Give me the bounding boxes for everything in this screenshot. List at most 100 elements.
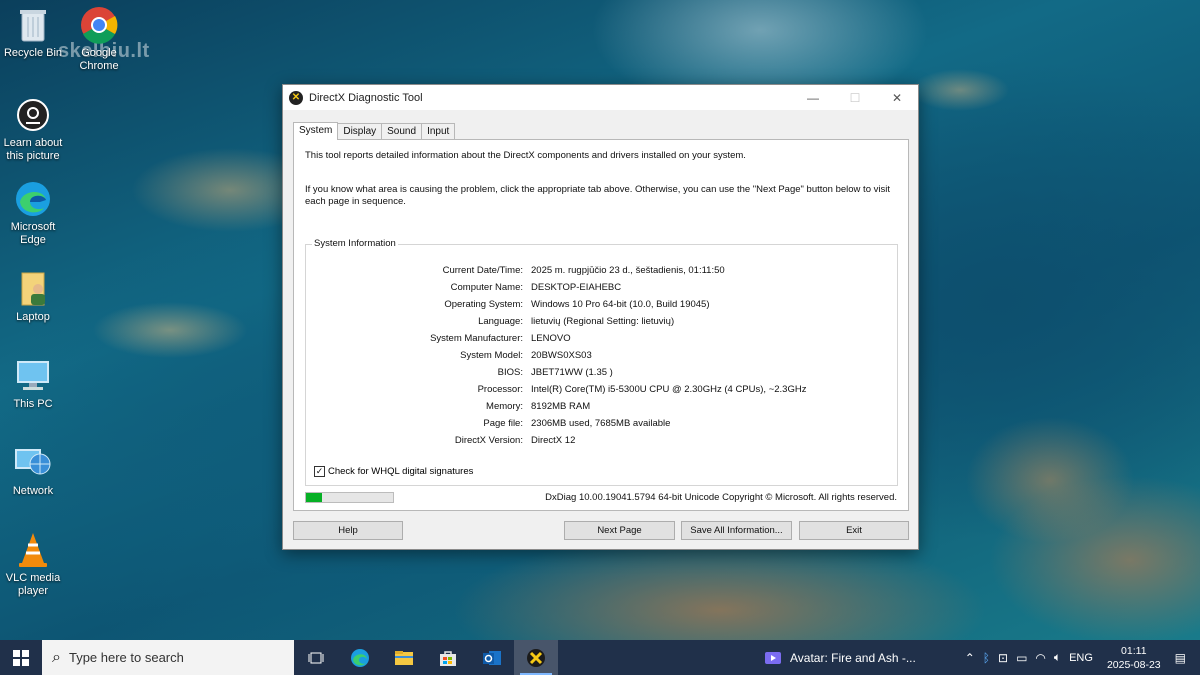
taskbar: ⌕ Type here to search Avatar: Fire and A… bbox=[0, 640, 1200, 675]
desktop-icon-this-pc[interactable]: This PC bbox=[0, 357, 66, 411]
progress-fill bbox=[306, 493, 322, 502]
taskbar-search-box[interactable]: ⌕ Type here to search bbox=[42, 640, 294, 675]
clock[interactable]: 01:11 2025-08-23 bbox=[1107, 644, 1161, 672]
info-label: Page file: bbox=[483, 418, 523, 429]
battery-icon[interactable]: ▭ bbox=[1016, 651, 1027, 665]
desktop-icon-learn-about-picture[interactable]: Learn about this picture bbox=[0, 96, 66, 163]
start-button[interactable] bbox=[0, 640, 42, 675]
info-value: DESKTOP-EIAHEBC bbox=[531, 282, 622, 293]
tab-display[interactable]: Display bbox=[337, 123, 383, 140]
info-label: Computer Name: bbox=[450, 282, 523, 293]
media-widget[interactable]: Avatar: Fire and Ash -... bbox=[764, 640, 916, 675]
info-value: Intel(R) Core(TM) i5-5300U CPU @ 2.30GHz… bbox=[531, 384, 807, 395]
wifi-icon[interactable]: ◠ bbox=[1035, 651, 1045, 665]
desktop-icon-laptop[interactable]: Laptop bbox=[0, 270, 66, 324]
title-bar[interactable]: ✕ DirectX Diagnostic Tool — ☐ ✕ bbox=[283, 85, 918, 110]
copyright-text: DxDiag 10.00.19041.5794 64-bit Unicode C… bbox=[545, 492, 897, 503]
language-indicator[interactable]: ENG bbox=[1069, 652, 1093, 664]
tab-system[interactable]: System bbox=[293, 122, 339, 140]
camera-info-icon bbox=[14, 96, 52, 134]
dxdiag-window: ✕ DirectX Diagnostic Tool — ☐ ✕ System D… bbox=[282, 84, 919, 550]
recycle-bin-icon bbox=[14, 6, 52, 44]
minimize-button[interactable]: — bbox=[792, 85, 834, 110]
media-title: Avatar: Fire and Ash -... bbox=[790, 650, 916, 665]
info-value: 2306MB used, 7685MB available bbox=[531, 418, 671, 429]
whql-checkbox-row[interactable]: ✓ Check for WHQL digital signatures bbox=[314, 466, 473, 477]
search-icon: ⌕ bbox=[52, 648, 61, 666]
windows-logo-icon bbox=[13, 649, 29, 666]
tab-sound[interactable]: Sound bbox=[381, 123, 423, 140]
store-bag-icon bbox=[440, 650, 456, 666]
info-label: Current Date/Time: bbox=[442, 265, 523, 276]
task-view-icon bbox=[308, 652, 324, 663]
progress-bar bbox=[305, 492, 394, 503]
info-value: LENOVO bbox=[531, 333, 571, 344]
desktop-icon-label: Network bbox=[12, 485, 54, 497]
taskbar-edge[interactable] bbox=[338, 640, 382, 675]
taskbar-dxdiag[interactable] bbox=[514, 640, 558, 675]
volume-icon[interactable]: 🔈︎ bbox=[1054, 650, 1061, 665]
info-row-computer-name: Computer Name: DESKTOP-EIAHEBC bbox=[306, 282, 896, 294]
intro-text-1: This tool reports detailed information a… bbox=[305, 150, 746, 161]
info-label: System Model: bbox=[460, 350, 523, 361]
tab-input[interactable]: Input bbox=[421, 123, 456, 140]
group-title: System Information bbox=[312, 238, 398, 249]
task-view-button[interactable] bbox=[294, 640, 338, 675]
desktop-icon-recycle-bin[interactable]: Recycle Bin bbox=[0, 6, 66, 60]
user-folder-icon bbox=[14, 270, 52, 308]
close-button[interactable]: ✕ bbox=[876, 85, 918, 110]
network-icon bbox=[14, 444, 52, 482]
info-row-processor: Processor: Intel(R) Core(TM) i5-5300U CP… bbox=[306, 384, 896, 396]
info-row-directx-version: DirectX Version: DirectX 12 bbox=[306, 435, 896, 447]
maximize-button: ☐ bbox=[849, 90, 861, 105]
desktop-icon-microsoft-edge[interactable]: Microsoft Edge bbox=[0, 180, 66, 247]
info-row-page-file: Page file: 2306MB used, 7685MB available bbox=[306, 418, 896, 430]
tab-strip: System Display Sound Input bbox=[293, 122, 456, 140]
notifications-icon[interactable]: ▤ bbox=[1175, 651, 1186, 665]
info-row-model: System Model: 20BWS0XS03 bbox=[306, 350, 896, 362]
save-all-information-button[interactable]: Save All Information... bbox=[681, 521, 792, 540]
chrome-icon bbox=[80, 6, 118, 44]
next-page-button[interactable]: Next Page bbox=[564, 521, 675, 540]
desktop-icon-label: Microsoft Edge bbox=[10, 221, 56, 246]
info-row-os: Operating System: Windows 10 Pro 64-bit … bbox=[306, 299, 896, 311]
desktop-icon-google-chrome[interactable]: Google Chrome bbox=[66, 6, 132, 73]
folder-icon bbox=[395, 650, 413, 665]
info-label: DirectX Version: bbox=[454, 435, 523, 446]
system-tray: ⌃ ᛒ ⊡ ▭ ◠ 🔈︎ ENG 01:11 2025-08-23 ▤ bbox=[961, 640, 1200, 675]
desktop-icon-network[interactable]: Network bbox=[0, 444, 66, 498]
intro-text-2: If you know what area is causing the pro… bbox=[305, 184, 890, 207]
whql-label: Check for WHQL digital signatures bbox=[328, 466, 474, 477]
clock-time: 01:11 bbox=[1121, 644, 1147, 657]
desktop-icon-label: VLC media player bbox=[5, 572, 61, 597]
whql-checkbox[interactable]: ✓ bbox=[314, 466, 325, 477]
outlook-icon bbox=[483, 650, 501, 665]
vlc-cone-icon bbox=[14, 531, 52, 569]
taskbar-file-explorer[interactable] bbox=[382, 640, 426, 675]
info-value: JBET71WW (1.35 ) bbox=[531, 367, 613, 378]
computer-icon bbox=[14, 357, 52, 395]
info-row-language: Language: lietuvių (Regional Setting: li… bbox=[306, 316, 896, 328]
system-information-group: System Information Current Date/Time: 20… bbox=[305, 238, 898, 486]
info-value: DirectX 12 bbox=[531, 435, 576, 446]
chevron-up-icon[interactable]: ⌃ bbox=[965, 651, 975, 665]
taskbar-outlook[interactable] bbox=[470, 640, 514, 675]
help-button[interactable]: Help bbox=[293, 521, 403, 540]
window-title: DirectX Diagnostic Tool bbox=[309, 91, 423, 104]
info-row-manufacturer: System Manufacturer: LENOVO bbox=[306, 333, 896, 345]
info-row-bios: BIOS: JBET71WW (1.35 ) bbox=[306, 367, 896, 379]
desktop-icon-label: Google Chrome bbox=[79, 47, 119, 72]
desktop-icon-label: Learn about this picture bbox=[3, 137, 63, 162]
clock-date: 2025-08-23 bbox=[1106, 658, 1161, 671]
info-label: System Manufacturer: bbox=[430, 333, 523, 344]
directx-logo-icon: ✕ bbox=[289, 90, 303, 105]
desktop-icon-label: Laptop bbox=[16, 311, 50, 323]
info-value: 8192MB RAM bbox=[531, 401, 591, 412]
edge-icon bbox=[14, 180, 52, 218]
desktop-icon-vlc[interactable]: VLC media player bbox=[0, 531, 66, 598]
taskbar-store[interactable] bbox=[426, 640, 470, 675]
device-icon[interactable]: ⊡ bbox=[998, 651, 1008, 665]
bluetooth-icon[interactable]: ᛒ bbox=[983, 651, 990, 665]
video-icon bbox=[765, 651, 781, 664]
exit-button[interactable]: Exit bbox=[799, 521, 909, 540]
